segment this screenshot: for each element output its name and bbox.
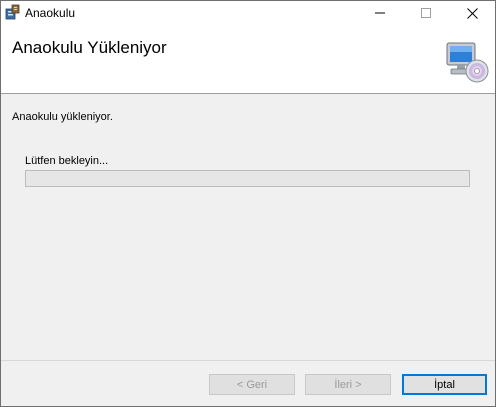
close-button[interactable] <box>449 1 495 25</box>
title-bar: Anaokulu <box>1 1 495 25</box>
status-text: Anaokulu yükleniyor. <box>12 111 113 123</box>
installer-app-icon <box>5 4 20 20</box>
close-icon <box>466 7 478 19</box>
back-button: < Geri <box>209 374 295 395</box>
maximize-icon <box>421 8 431 18</box>
header-banner: Anaokulu Yükleniyor <box>1 25 495 94</box>
next-button: İleri > <box>305 374 391 395</box>
installer-window: Anaokulu Anaokulu Yükleniyor Anaokulu yü… <box>0 0 496 407</box>
computer-cd-icon <box>446 42 489 83</box>
progress-bar <box>25 170 470 187</box>
footer-divider <box>1 360 495 361</box>
maximize-button <box>403 1 449 25</box>
minimize-button[interactable] <box>357 1 403 25</box>
window-title: Anaokulu <box>25 6 76 20</box>
cancel-button[interactable]: İptal <box>402 374 487 395</box>
wait-label: Lütfen bekleyin... <box>25 155 109 167</box>
minimize-icon <box>375 12 385 14</box>
page-title: Anaokulu Yükleniyor <box>12 38 167 57</box>
